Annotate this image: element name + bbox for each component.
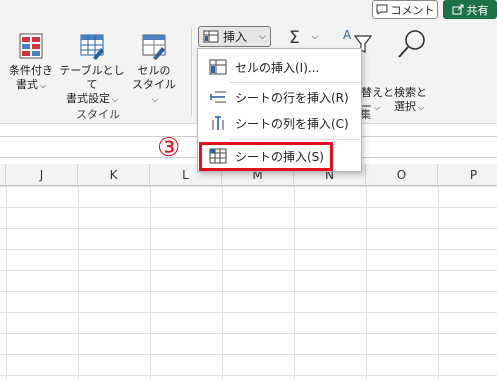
- menu-item-insert-cells[interactable]: セルの挿入(I)...: [199, 55, 361, 79]
- menu-divider: [230, 139, 360, 140]
- comment-button[interactable]: コメント: [372, 0, 438, 19]
- title-strip: コメント 共有: [0, 0, 497, 22]
- conditional-formatting-button[interactable]: 条件付き 書式 ⌵: [6, 32, 56, 93]
- conditional-line2: 書式: [15, 78, 38, 91]
- insert-cells-icon: [209, 59, 227, 75]
- share-label: 共有: [466, 3, 489, 17]
- cellstyle-line1: セルの: [137, 64, 171, 77]
- conditional-formatting-icon: [19, 33, 43, 59]
- find-select-button[interactable]: 検索と 選択 ⌵: [394, 86, 427, 115]
- column-header-o[interactable]: O: [366, 164, 438, 186]
- cell-styles-icon: [142, 34, 166, 60]
- insert-label: 挿入: [223, 30, 248, 44]
- column-header-p[interactable]: P: [438, 164, 497, 186]
- format-as-table-button[interactable]: テーブルとして 書式設定 ⌵: [58, 32, 126, 107]
- chevron-down-icon[interactable]: ⌵: [312, 32, 318, 42]
- highlight-box: [199, 142, 333, 171]
- insert-columns-icon: [212, 116, 224, 130]
- column-header-k[interactable]: K: [78, 164, 150, 186]
- chevron-down-icon: ⌵: [151, 95, 159, 104]
- group-divider: [191, 28, 192, 116]
- find-select-icon[interactable]: [395, 28, 429, 60]
- chevron-down-icon: ⌵: [418, 103, 425, 112]
- menu-item-insert-columns[interactable]: シートの列を挿入(C): [199, 111, 361, 135]
- insert-rows-icon: [210, 91, 226, 103]
- comment-label: コメント: [390, 3, 435, 17]
- menu-item-label: シートの列を挿入(C): [235, 116, 349, 131]
- menu-item-insert-rows[interactable]: シートの行を挿入(R): [199, 85, 361, 109]
- styles-group-label: スタイル: [76, 108, 120, 121]
- table-line1: テーブルとして: [59, 64, 125, 91]
- find-line2: 選択: [394, 100, 416, 113]
- format-as-table-icon: [80, 34, 104, 60]
- chevron-down-icon: ⌵: [374, 103, 381, 112]
- cell-styles-button[interactable]: セルの スタイル ⌵: [128, 32, 180, 107]
- column-header-j[interactable]: J: [6, 164, 78, 186]
- find-line1: 検索と: [394, 86, 427, 99]
- menu-divider: [230, 82, 360, 83]
- insert-button[interactable]: 挿入 ⌵: [198, 26, 271, 47]
- conditional-line1: 条件付き: [9, 64, 53, 77]
- chevron-down-icon: ⌵: [259, 31, 266, 42]
- comment-icon: [376, 4, 387, 15]
- share-icon: [452, 4, 463, 15]
- autosum-icon[interactable]: Σ: [289, 28, 300, 48]
- chevron-down-icon: ⌵: [111, 95, 119, 104]
- table-line2: 書式設定: [65, 92, 110, 105]
- cellstyle-line2: スタイル: [132, 78, 176, 91]
- cell-grid[interactable]: [0, 186, 497, 380]
- svg-text:A: A: [343, 28, 352, 42]
- menu-item-label: シートの行を挿入(R): [235, 90, 349, 105]
- chevron-down-icon: ⌵: [39, 81, 47, 90]
- share-button[interactable]: 共有: [443, 0, 497, 19]
- step-number-annotation: ③: [157, 133, 181, 163]
- insert-cells-icon: [203, 30, 219, 43]
- menu-item-label: セルの挿入(I)...: [235, 60, 320, 75]
